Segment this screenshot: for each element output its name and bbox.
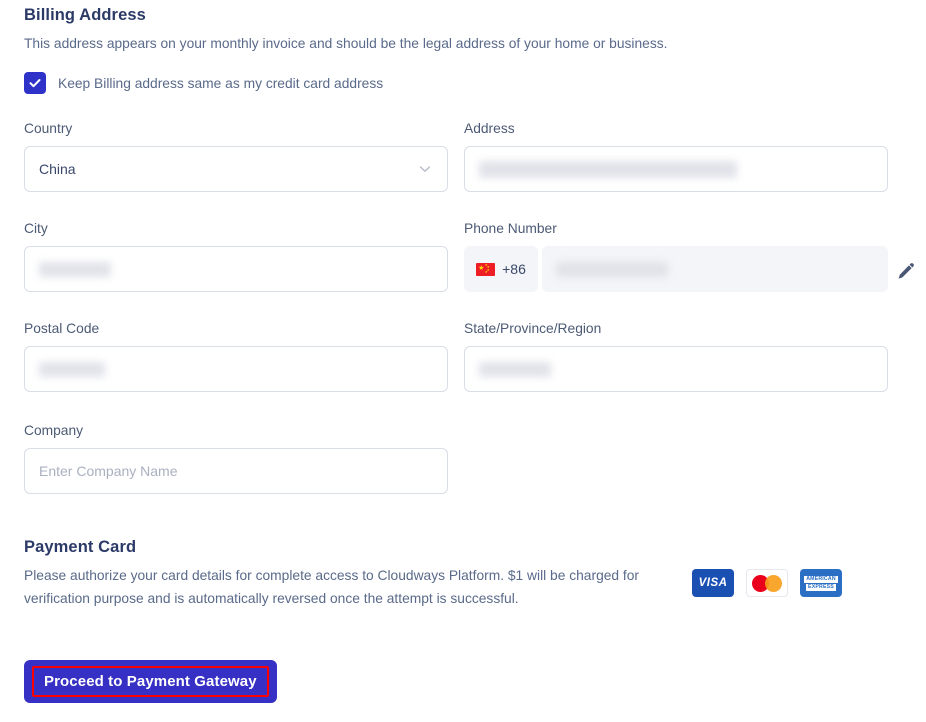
redacted-city-value — [39, 262, 111, 277]
postal-code-field: Postal Code — [24, 320, 448, 392]
proceed-to-payment-gateway-button[interactable]: Proceed to Payment Gateway — [24, 660, 277, 703]
redacted-postal-value — [39, 362, 105, 377]
payment-card-description: Please authorize your card details for c… — [24, 565, 644, 610]
country-label: Country — [24, 120, 448, 138]
city-field: City — [24, 220, 448, 292]
state-field: State/Province/Region — [464, 320, 888, 392]
phone-country-code-select[interactable]: ★ ★ ★ ★ ★ +86 — [464, 246, 538, 292]
country-value: China — [39, 161, 76, 177]
redacted-state-value — [479, 362, 551, 377]
state-input[interactable] — [464, 346, 888, 392]
flag-china-icon: ★ ★ ★ ★ ★ — [476, 263, 495, 276]
city-label: City — [24, 220, 448, 238]
visa-logo: VISA — [692, 569, 734, 597]
state-label: State/Province/Region — [464, 320, 888, 338]
address-field: Address — [464, 120, 888, 192]
country-select[interactable]: China — [24, 146, 448, 192]
payment-card-title: Payment Card — [24, 538, 136, 557]
keep-billing-same-checkbox[interactable] — [24, 72, 46, 94]
postal-code-label: Postal Code — [24, 320, 448, 338]
company-input[interactable]: Enter Company Name — [24, 448, 448, 494]
city-input[interactable] — [24, 246, 448, 292]
phone-label: Phone Number — [464, 220, 888, 238]
country-field: Country China — [24, 120, 448, 192]
keep-billing-same-label[interactable]: Keep Billing address same as my credit c… — [58, 76, 383, 91]
company-label: Company — [24, 422, 448, 440]
chevron-down-icon — [417, 161, 433, 177]
check-icon — [28, 76, 42, 90]
amex-logo-line2: EXPRESS — [806, 584, 836, 591]
phone-number-input[interactable] — [542, 246, 888, 292]
proceed-button-wrap: Proceed to Payment Gateway — [24, 660, 277, 703]
phone-input-group: ★ ★ ★ ★ ★ +86 — [464, 246, 888, 292]
postal-code-input[interactable] — [24, 346, 448, 392]
redacted-phone-value — [556, 262, 668, 277]
billing-description: This address appears on your monthly inv… — [24, 33, 667, 55]
amex-logo: AMERICAN EXPRESS — [800, 569, 842, 597]
phone-field: Phone Number ★ ★ ★ ★ ★ +86 — [464, 220, 888, 292]
mastercard-logo — [746, 569, 788, 597]
visa-logo-label: VISA — [699, 577, 728, 589]
page-title: Billing Address — [24, 6, 146, 25]
address-input[interactable] — [464, 146, 888, 192]
mastercard-yellow-circle — [765, 575, 782, 592]
phone-country-code-value: +86 — [502, 261, 526, 277]
pencil-icon[interactable] — [895, 261, 917, 283]
keep-billing-same-checkbox-row[interactable]: Keep Billing address same as my credit c… — [24, 72, 383, 94]
company-placeholder: Enter Company Name — [39, 463, 178, 479]
address-label: Address — [464, 120, 888, 138]
accepted-cards: VISA AMERICAN EXPRESS — [692, 569, 842, 597]
amex-logo-line1: AMERICAN — [804, 576, 838, 583]
company-field: Company Enter Company Name — [24, 422, 448, 494]
redacted-address-value — [479, 161, 737, 178]
billing-address-page: Billing Address This address appears on … — [0, 0, 926, 722]
